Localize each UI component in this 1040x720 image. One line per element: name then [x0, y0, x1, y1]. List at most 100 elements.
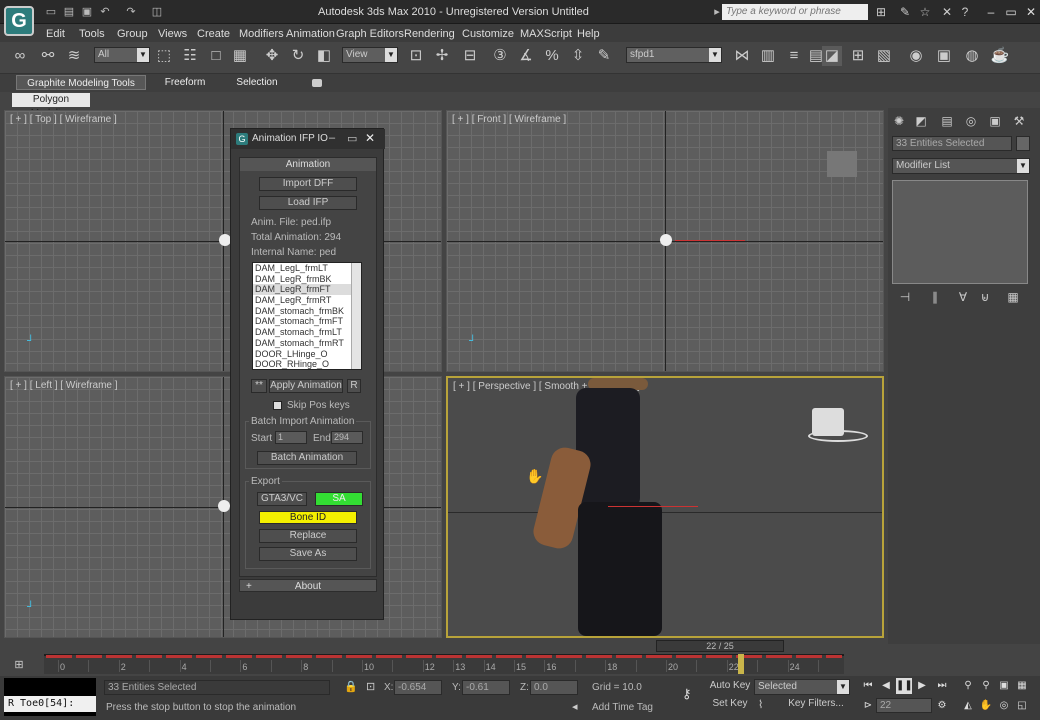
- unlink-icon[interactable]: ⚯: [38, 46, 58, 66]
- make-unique-icon[interactable]: ∀: [956, 290, 970, 304]
- object-color-swatch[interactable]: [1016, 136, 1030, 151]
- go-to-end-icon[interactable]: ⏭: [934, 678, 950, 694]
- viewport-perspective[interactable]: [ + ] [ Perspective ] [ Smooth + Highlig…: [446, 376, 884, 638]
- list-item[interactable]: DAM_stomach_frmBK: [253, 306, 361, 317]
- schematic-view-icon[interactable]: ⊞: [848, 46, 868, 66]
- menu-create[interactable]: Create: [197, 28, 230, 40]
- list-item[interactable]: DAM_stomach_frmFT: [253, 316, 361, 327]
- close-window-icon[interactable]: ✕: [1022, 4, 1040, 20]
- align-icon[interactable]: ▥: [758, 46, 778, 66]
- zoom-icon[interactable]: ⚲: [960, 678, 976, 694]
- current-frame-field[interactable]: 22: [876, 698, 932, 713]
- list-item[interactable]: DOOR_LHinge_O: [253, 349, 361, 360]
- window-crossing-icon[interactable]: ▦: [230, 46, 250, 66]
- list-item[interactable]: DAM_stomach_frmLT: [253, 327, 361, 338]
- select-by-name-icon[interactable]: ☷: [180, 46, 200, 66]
- lock-selection-icon[interactable]: 🔒: [344, 680, 358, 693]
- pause-icon[interactable]: ❚❚: [896, 678, 913, 694]
- import-dff-button[interactable]: Import DFF: [259, 177, 357, 191]
- modifier-list-dropdown[interactable]: Modifier List ▼: [892, 158, 1030, 174]
- absolute-mode-icon[interactable]: ⊡: [366, 680, 375, 693]
- apply-animation-button[interactable]: Apply Animation: [269, 379, 343, 393]
- list-item[interactable]: DAM_stomach_frmRT: [253, 338, 361, 349]
- maxscript-listener-line[interactable]: R Toe0[54]:: [4, 696, 96, 712]
- link-icon[interactable]: ∞: [10, 46, 30, 66]
- rendered-frame-icon[interactable]: ▣: [934, 46, 954, 66]
- ribbon-minimize-icon[interactable]: [312, 79, 322, 87]
- motion-tab-icon[interactable]: ◎: [964, 114, 978, 128]
- r-button[interactable]: R: [347, 379, 361, 393]
- animation-listbox[interactable]: DAM_LegL_frmLT DAM_LegR_frmBK DAM_LegR_f…: [252, 262, 362, 370]
- menu-customize[interactable]: Customize: [462, 28, 514, 40]
- tab-graphite-modeling-tools[interactable]: Graphite Modeling Tools: [16, 75, 146, 90]
- dialog-close-icon[interactable]: ✕: [365, 131, 379, 145]
- character-front-view[interactable]: [660, 234, 672, 246]
- menu-tools[interactable]: Tools: [79, 28, 105, 40]
- list-item[interactable]: DAM_LegL_frmLT: [253, 263, 361, 274]
- viewport-left-label[interactable]: [ + ] [ Left ] [ Wireframe ]: [10, 380, 118, 391]
- y-coordinate-field[interactable]: -0.61: [462, 680, 510, 695]
- render-teapot-icon[interactable]: ☕: [990, 46, 1010, 66]
- pin-stack-icon[interactable]: ⊣: [898, 290, 912, 304]
- character-left-view[interactable]: [218, 500, 230, 512]
- scale-icon[interactable]: ◧: [314, 46, 334, 66]
- create-tab-icon[interactable]: ✺: [892, 114, 906, 128]
- show-end-result-icon[interactable]: ∥: [928, 290, 942, 304]
- list-item[interactable]: DAM_LegR_frmRT: [253, 295, 361, 306]
- menu-maxscript[interactable]: MAXScript: [520, 28, 572, 40]
- tools-icon[interactable]: ✕: [940, 5, 954, 19]
- undo-icon[interactable]: ↶: [98, 5, 112, 19]
- zoom-extents-all-icon[interactable]: ▦: [1014, 678, 1030, 694]
- favorites-icon[interactable]: ☆: [918, 5, 932, 19]
- remove-modifier-icon[interactable]: ⊌: [978, 290, 992, 304]
- rotate-icon[interactable]: ↻: [288, 46, 308, 66]
- binoculars-icon[interactable]: ⊞: [874, 5, 888, 19]
- select-object-icon[interactable]: ⬚: [154, 46, 174, 66]
- maxscript-listener[interactable]: R Toe0[54]:: [4, 678, 96, 716]
- bind-spacewarp-icon[interactable]: ≋: [64, 46, 84, 66]
- maximize-viewport-icon[interactable]: ◱: [1014, 698, 1030, 714]
- load-ifp-button[interactable]: Load IFP: [259, 196, 357, 210]
- mini-curve-editor-icon[interactable]: ⊞: [4, 658, 34, 672]
- star-button[interactable]: **: [251, 379, 267, 393]
- tab-selection[interactable]: Selection: [226, 75, 288, 90]
- z-coordinate-field[interactable]: 0.0: [530, 680, 578, 695]
- list-item-selected[interactable]: DAM_LegR_frmFT: [253, 284, 361, 296]
- x-coordinate-field[interactable]: -0.654: [394, 680, 442, 695]
- batch-animation-button[interactable]: Batch Animation: [257, 451, 357, 465]
- viewport-top-label[interactable]: [ + ] [ Top ] [ Wireframe ]: [10, 114, 117, 125]
- default-in-out-tangent-icon[interactable]: ⌇: [758, 698, 763, 711]
- set-key-button[interactable]: Set Key: [708, 698, 752, 712]
- menu-modifiers[interactable]: Modifiers: [239, 28, 284, 40]
- replace-button[interactable]: Replace: [259, 529, 357, 543]
- zoom-extents-icon[interactable]: ▣: [996, 678, 1012, 694]
- minimize-icon[interactable]: –: [982, 4, 1000, 20]
- angle-snap-icon[interactable]: ∡: [516, 46, 536, 66]
- end-spinner[interactable]: 294: [331, 431, 363, 444]
- object-name-field[interactable]: 33 Entities Selected: [892, 136, 1012, 151]
- move-icon[interactable]: ✥: [262, 46, 282, 66]
- spinner-snap-icon[interactable]: ⇳: [568, 46, 588, 66]
- tab-polygon-modeling[interactable]: Polygon Modeling: [12, 93, 90, 119]
- snap-toggle-icon[interactable]: ③: [490, 46, 510, 66]
- menu-group[interactable]: Group: [117, 28, 148, 40]
- time-slider[interactable]: 22 / 25: [656, 640, 784, 652]
- select-manipulate-icon[interactable]: ✢: [432, 46, 452, 66]
- add-time-tag[interactable]: Add Time Tag: [592, 702, 653, 713]
- search-input[interactable]: Type a keyword or phrase: [722, 4, 868, 20]
- selection-filter-dropdown[interactable]: All ▼: [94, 47, 150, 63]
- orbit-icon[interactable]: ◎: [996, 698, 1012, 714]
- viewport-front[interactable]: [ + ] [ Front ] [ Wireframe ] ⅃: [446, 110, 884, 372]
- animation-rollout-header[interactable]: Animation: [240, 158, 376, 171]
- key-filters-button[interactable]: Key Filters...: [782, 698, 850, 712]
- sa-button[interactable]: SA: [315, 492, 363, 506]
- edit-named-selection-icon[interactable]: ✎: [594, 46, 614, 66]
- named-selection-dropdown[interactable]: sfpd1 ▼: [626, 47, 722, 63]
- tab-freeform[interactable]: Freeform: [152, 75, 218, 90]
- auto-key-button[interactable]: Auto Key: [708, 680, 752, 694]
- keyboard-shortcut-icon[interactable]: ⊟: [460, 46, 480, 66]
- viewport-front-label[interactable]: [ + ] [ Front ] [ Wireframe ]: [452, 114, 566, 125]
- zoom-all-icon[interactable]: ⚲: [978, 678, 994, 694]
- dialog-maximize-icon[interactable]: ▭: [347, 132, 359, 146]
- reference-coordinate-dropdown[interactable]: View ▼: [342, 47, 398, 63]
